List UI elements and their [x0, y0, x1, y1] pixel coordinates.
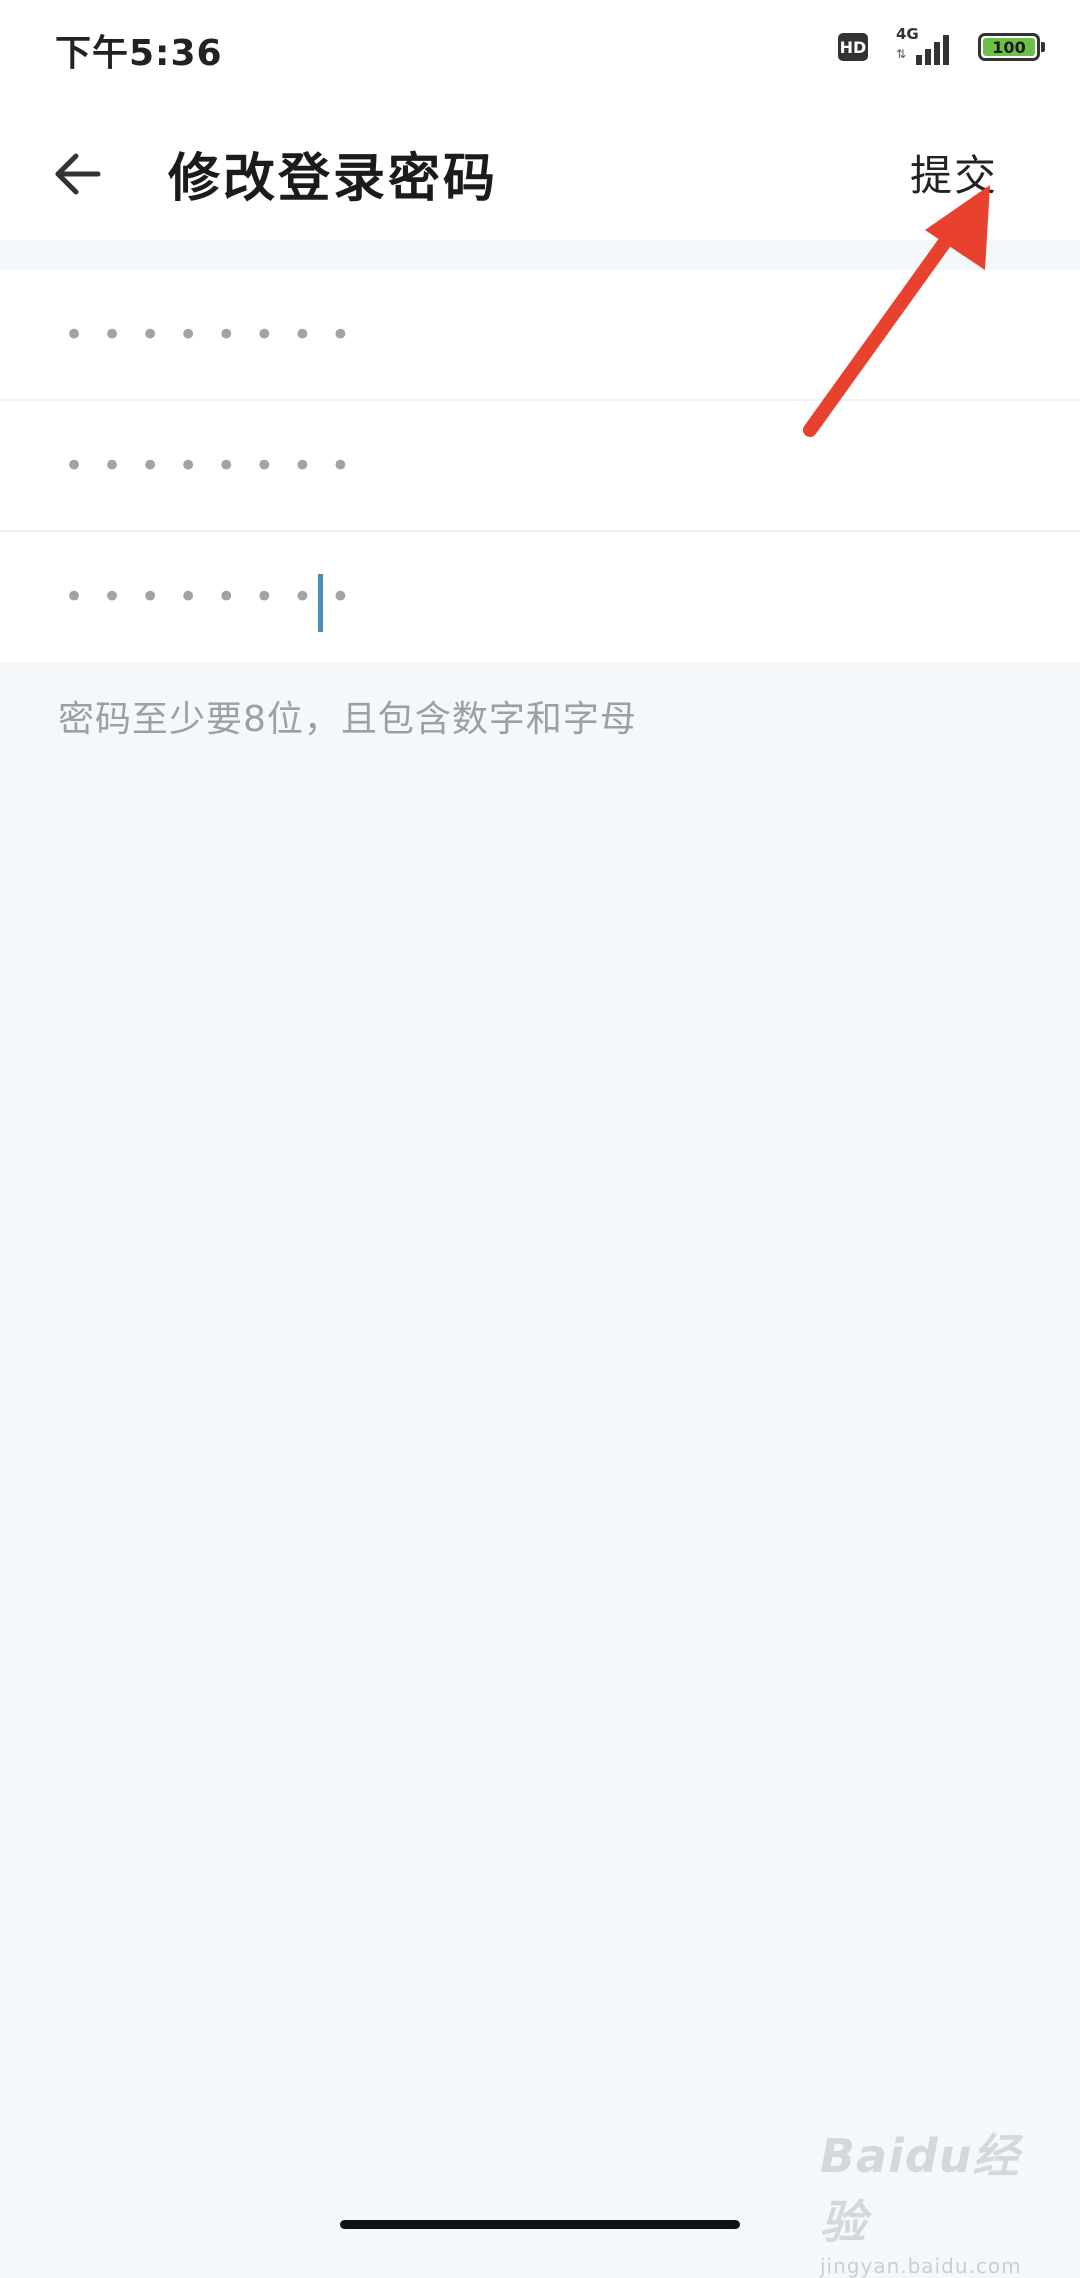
- confirm-password-field[interactable]: ••••••••: [0, 532, 1080, 663]
- status-icons: HD 4G ⇅ 100: [838, 25, 1045, 68]
- watermark-domain: jingyan.baidu.com: [820, 2254, 1022, 2278]
- hd-icon: HD: [838, 33, 868, 61]
- watermark-logo: Baidu经验: [820, 2129, 1020, 2249]
- watermark: Baidu经验 jingyan.baidu.com: [820, 2120, 1040, 2278]
- signal-icon: 4G ⇅: [896, 25, 956, 67]
- text-cursor: [318, 574, 323, 632]
- status-time: 下午5:36: [55, 33, 223, 74]
- new-password-value: ••••••••: [64, 446, 369, 486]
- battery-level: 100: [983, 38, 1035, 57]
- current-password-value: ••••••••: [64, 315, 369, 355]
- status-bar: 下午5:36 HD 4G ⇅ 100: [0, 0, 1080, 96]
- page-title: 修改登录密码: [168, 149, 499, 209]
- annotation-arrow-icon: [803, 185, 990, 437]
- back-button[interactable]: [40, 136, 116, 212]
- home-indicator[interactable]: [340, 2220, 740, 2229]
- password-hint: 密码至少要8位，且包含数字和字母: [58, 699, 637, 740]
- arrow-left-icon: [55, 153, 101, 195]
- battery-icon: 100: [978, 33, 1045, 61]
- signal-bars-icon: [916, 35, 949, 65]
